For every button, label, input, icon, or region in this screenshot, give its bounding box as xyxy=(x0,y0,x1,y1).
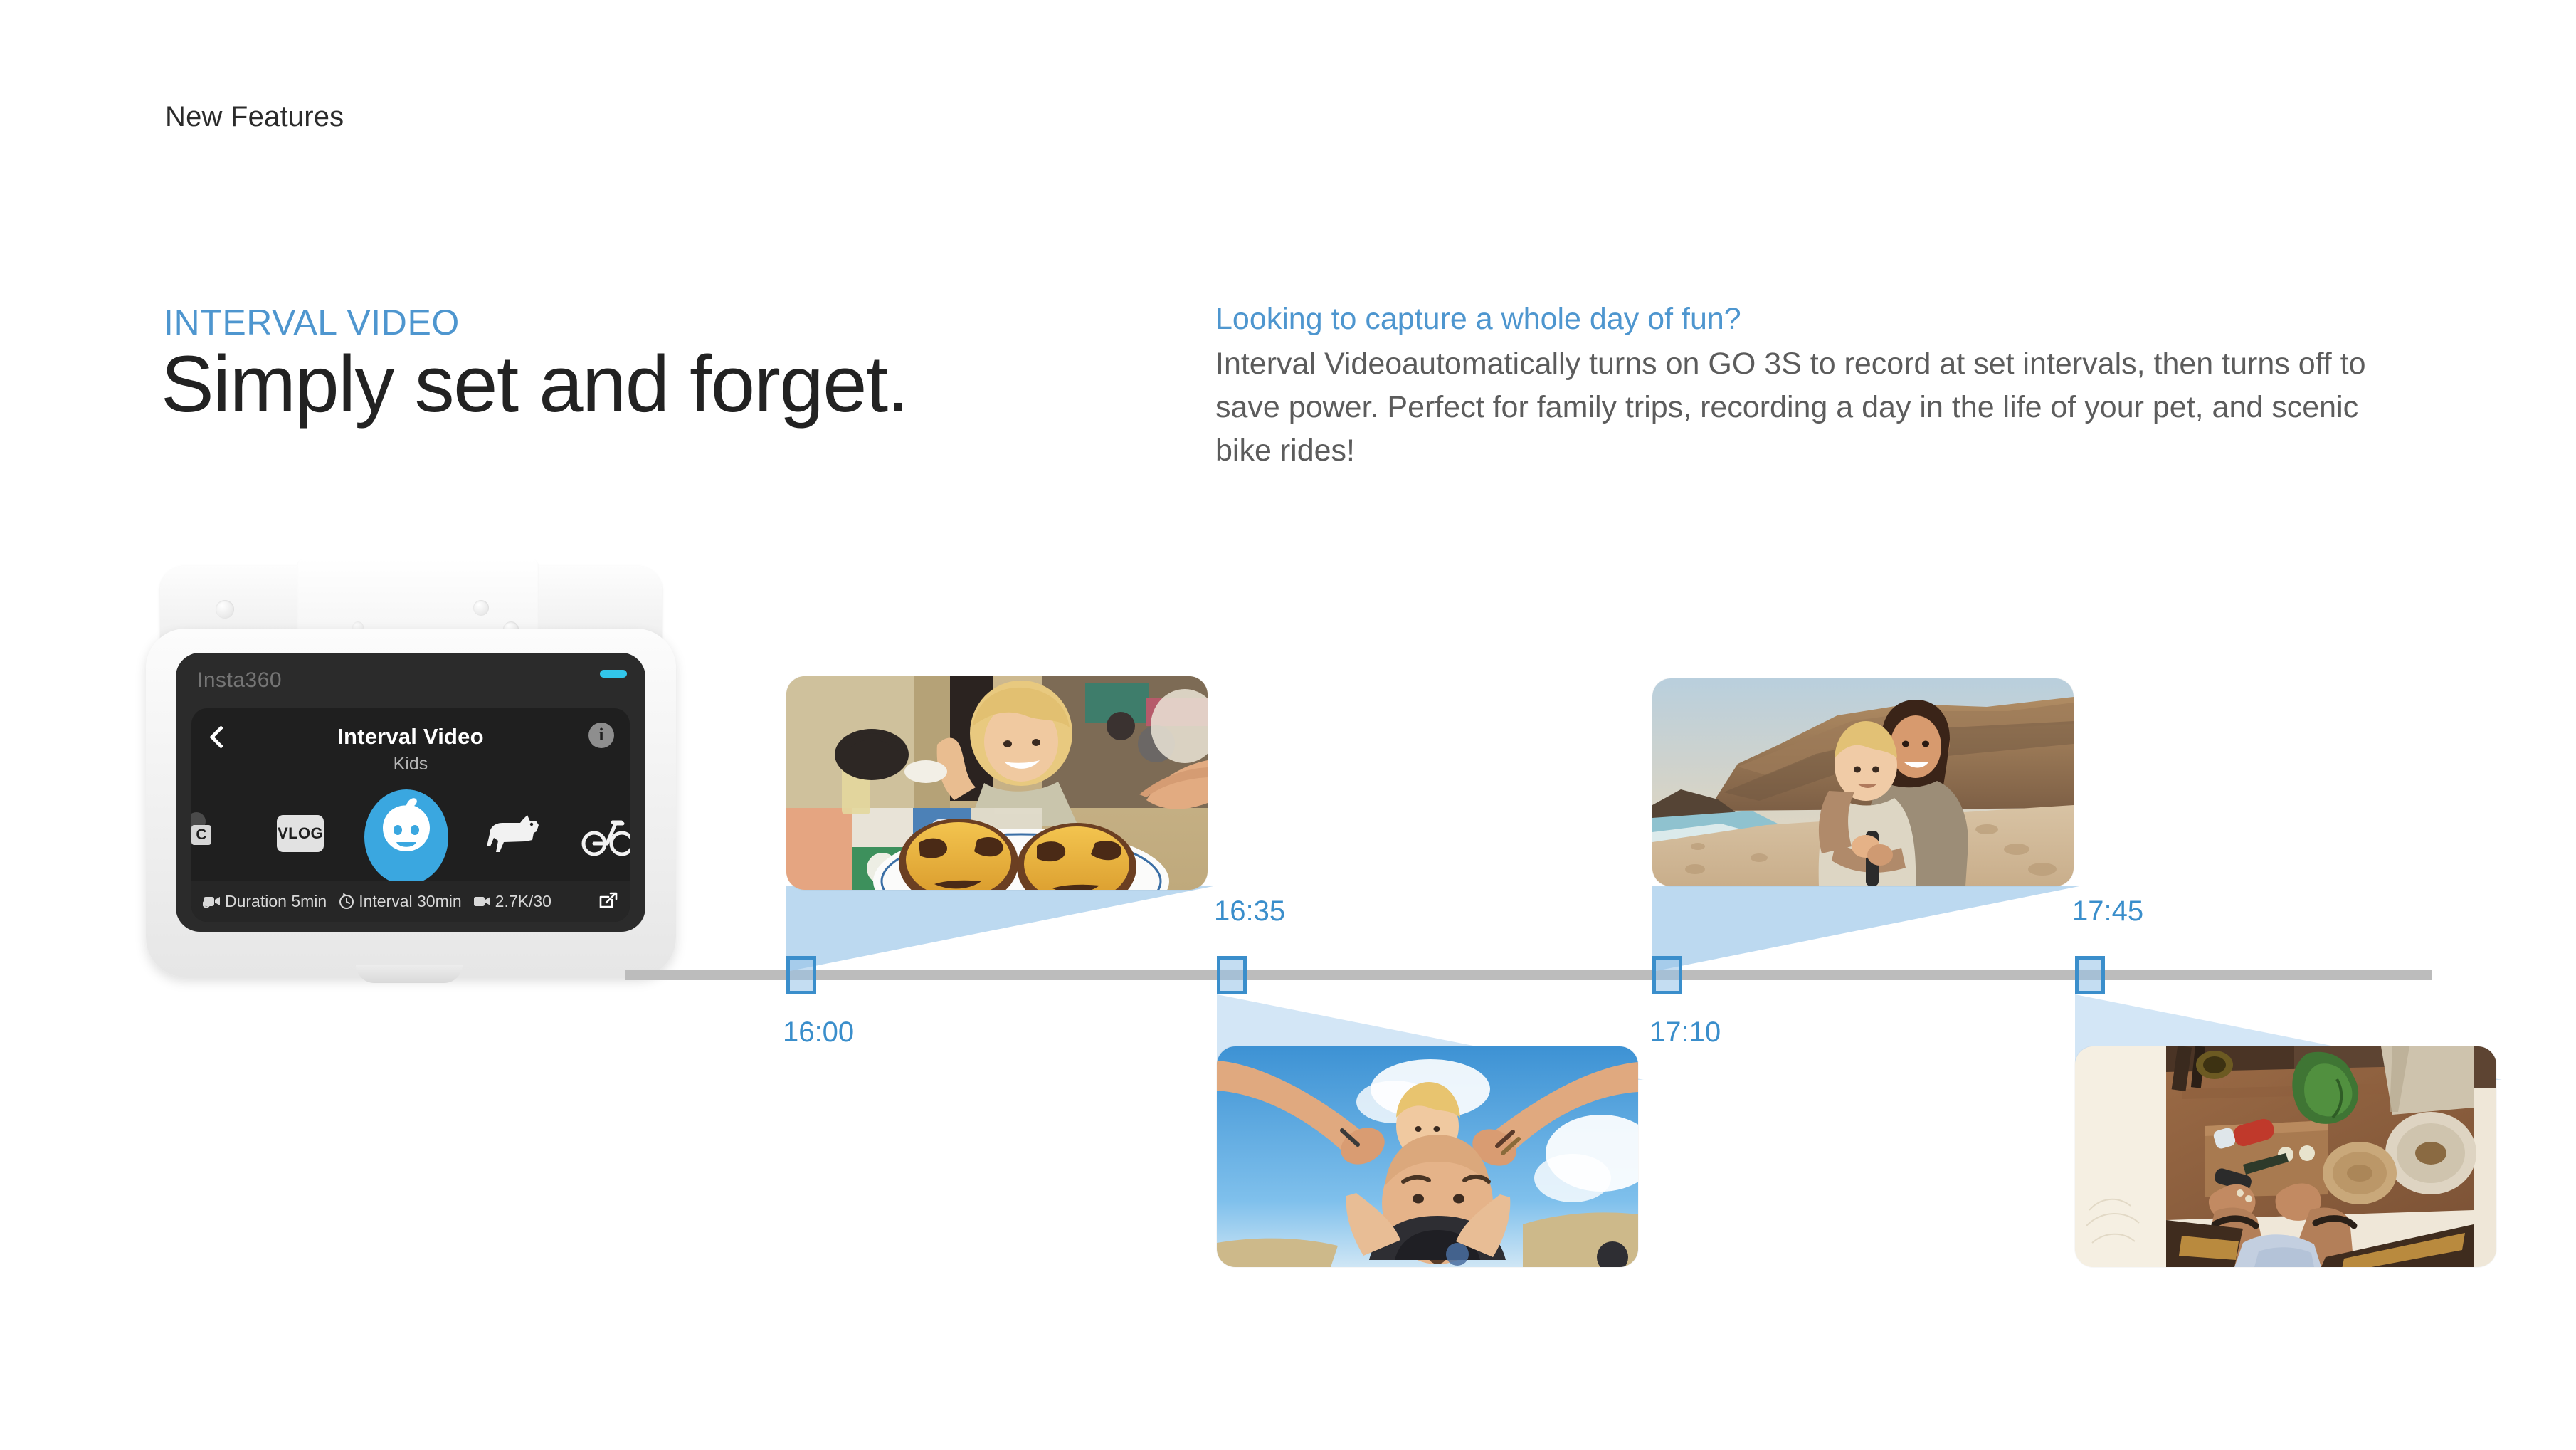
baby-face-icon xyxy=(383,798,430,851)
timeline-time-label: 16:35 xyxy=(1214,895,1286,927)
mode-kids-button[interactable] xyxy=(364,789,448,885)
mode-bike-icon[interactable] xyxy=(581,816,630,858)
mode-carousel[interactable]: C VLOG xyxy=(191,785,630,885)
timeline-time-label: 16:00 xyxy=(783,1016,855,1048)
camera-mode-panel: Interval Video Kids i C VLOG Duration 5m… xyxy=(191,708,630,922)
dog-icon xyxy=(487,815,539,852)
timeline-marker[interactable] xyxy=(786,956,816,994)
video-quality-icon xyxy=(473,897,490,906)
description-block: Looking to capture a whole day of fun? I… xyxy=(1215,299,2432,473)
timeline-time-label: 17:10 xyxy=(1649,1016,1721,1048)
timeline-thumbnail[interactable] xyxy=(2075,1046,2496,1267)
overhead-kitchen-photo xyxy=(2075,1046,2496,1267)
duration-icon xyxy=(203,897,220,908)
camera-brand-label: Insta360 xyxy=(197,668,283,692)
timeline-connector xyxy=(786,886,1213,972)
timeline-connector xyxy=(1652,886,2079,972)
mode-c-label: C xyxy=(191,825,211,845)
beach-sunset-photo xyxy=(1652,678,2074,886)
hero-eyebrow: INTERVAL VIDEO xyxy=(164,303,460,342)
timeline-thumbnail[interactable] xyxy=(1217,1046,1638,1267)
child-on-shoulders-photo xyxy=(1217,1046,1638,1267)
status-duration-label: Duration 5min xyxy=(225,891,327,910)
timeline-axis xyxy=(625,970,2432,980)
edit-square-icon[interactable] xyxy=(597,891,618,912)
status-quality[interactable]: 2.7K/30 xyxy=(473,892,551,911)
bicycle-icon xyxy=(581,820,630,856)
timeline-thumbnail[interactable] xyxy=(1652,678,2074,886)
status-duration[interactable]: Duration 5min xyxy=(203,892,327,911)
screen-subtitle: Kids xyxy=(393,754,428,774)
status-quality-label: 2.7K/30 xyxy=(495,891,551,910)
timeline-marker[interactable] xyxy=(1652,956,1682,994)
child-with-pastries-photo xyxy=(786,676,1208,890)
screen-title: Interval Video xyxy=(337,724,484,749)
camera-device: Insta360 Interval Video Kids i C VLOG Du… xyxy=(146,559,676,983)
camera-housing: Insta360 Interval Video Kids i C VLOG Du… xyxy=(146,559,676,983)
interval-clock-icon xyxy=(339,893,354,909)
mode-vlog-button[interactable]: VLOG xyxy=(277,815,324,852)
camera-mount-foot xyxy=(356,965,463,983)
status-interval-label: Interval 30min xyxy=(359,891,462,910)
status-led-icon xyxy=(600,670,627,678)
mode-pet-icon[interactable] xyxy=(482,815,542,859)
page-title: Simply set and forget. xyxy=(161,340,909,429)
page-kicker: New Features xyxy=(165,101,344,132)
camera-screw-icon xyxy=(473,600,489,616)
description-lead: Looking to capture a whole day of fun? xyxy=(1215,302,1741,336)
status-interval[interactable]: Interval 30min xyxy=(338,891,462,911)
timeline-marker[interactable] xyxy=(1217,956,1247,994)
camera-screw-icon xyxy=(216,600,234,619)
camera-status-bar: Duration 5min Interval 30min 2.7K/30 xyxy=(191,881,630,922)
mode-c-icon[interactable]: C xyxy=(191,812,216,845)
camera-screen[interactable]: Insta360 Interval Video Kids i C VLOG Du… xyxy=(176,653,645,932)
info-icon[interactable]: i xyxy=(588,723,614,748)
timeline-thumbnail[interactable] xyxy=(786,676,1208,890)
timeline-time-label: 17:45 xyxy=(2072,895,2144,927)
description-body: Interval Videoautomatically turns on GO … xyxy=(1215,346,2366,468)
timeline-marker[interactable] xyxy=(2075,956,2105,994)
